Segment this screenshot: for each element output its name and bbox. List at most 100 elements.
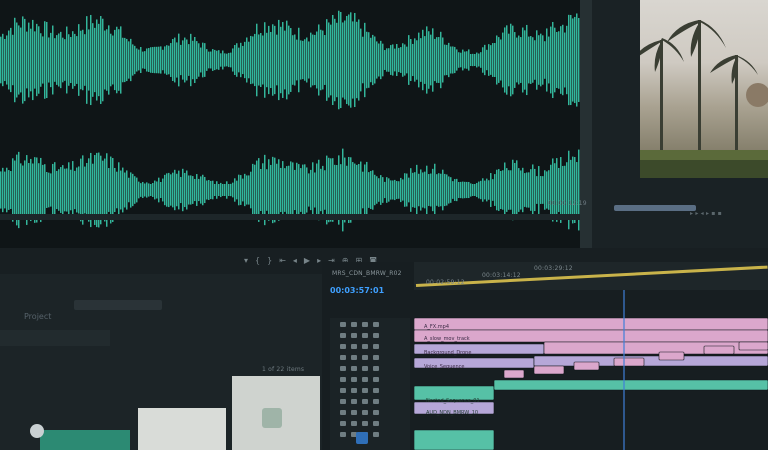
timeline-clip[interactable] xyxy=(414,317,768,331)
track-toggle-icon[interactable] xyxy=(351,421,357,426)
timeline-clip[interactable] xyxy=(738,341,768,351)
track-toggle-icon[interactable] xyxy=(373,399,379,404)
snap-toggle-button[interactable] xyxy=(356,432,368,444)
program-scrollbar[interactable] xyxy=(614,205,696,211)
project-thumbnail-1[interactable] xyxy=(40,430,130,450)
track-toggle-icon[interactable] xyxy=(373,410,379,415)
track-toggle-icon[interactable] xyxy=(362,421,368,426)
track-toggle-icon[interactable] xyxy=(340,432,346,437)
track-toggle-icon[interactable] xyxy=(351,366,357,371)
track-toggle-icon[interactable] xyxy=(362,322,368,327)
track-toggle-icon[interactable] xyxy=(373,344,379,349)
track-toggle-icon[interactable] xyxy=(340,377,346,382)
timeline-clip[interactable] xyxy=(658,351,685,361)
waveform-sample xyxy=(132,173,134,207)
track-toggle-icon[interactable] xyxy=(362,399,368,404)
waveform-sample xyxy=(20,163,22,217)
waveform-sample xyxy=(336,165,338,215)
timeline-clip[interactable] xyxy=(503,369,525,379)
track-toggle-icon[interactable] xyxy=(351,322,357,327)
waveform-sample xyxy=(492,179,494,201)
project-item-dot[interactable] xyxy=(30,424,44,438)
track-toggle-icon[interactable] xyxy=(340,399,346,404)
timeline-clip[interactable] xyxy=(414,429,495,450)
track-toggle-icon[interactable] xyxy=(340,410,346,415)
track-toggle-icon[interactable] xyxy=(362,333,368,338)
waveform-sample xyxy=(228,184,230,196)
waveform-sample xyxy=(164,174,166,206)
out-point-icon[interactable]: } xyxy=(267,256,279,265)
track-toggle-icon[interactable] xyxy=(373,421,379,426)
track-toggle-icon[interactable] xyxy=(351,355,357,360)
clip-label: A_FX.mp4 xyxy=(424,324,450,330)
track-toggle-icon[interactable] xyxy=(340,355,346,360)
track-toggle-icon[interactable] xyxy=(340,322,346,327)
waveform-sample xyxy=(240,42,242,78)
waveform-sample xyxy=(188,44,190,76)
waveform-sample xyxy=(176,42,178,78)
track-toggle-icon[interactable] xyxy=(351,388,357,393)
waveform-sample xyxy=(154,46,156,74)
timeline-clip[interactable] xyxy=(613,357,645,367)
step-back-icon[interactable]: ◂ xyxy=(293,256,304,265)
waveform-sample xyxy=(192,176,194,204)
project-search-field[interactable] xyxy=(74,300,162,310)
waveform-sample xyxy=(576,13,578,107)
waveform-sample xyxy=(286,20,288,100)
in-point-icon[interactable]: { xyxy=(255,256,267,265)
track-toggle-icon[interactable] xyxy=(340,333,346,338)
waveform-sample xyxy=(108,168,110,212)
track-toggle-icon[interactable] xyxy=(340,366,346,371)
track-toggle-icon[interactable] xyxy=(351,333,357,338)
track-toggle-icon[interactable] xyxy=(351,410,357,415)
track-toggle-icon[interactable] xyxy=(373,432,379,437)
waveform-sample xyxy=(174,37,176,83)
waveform-sample xyxy=(274,157,276,223)
project-panel-title[interactable]: Project xyxy=(24,312,51,321)
track-toggle-icon[interactable] xyxy=(351,399,357,404)
track-toggle-icon[interactable] xyxy=(373,388,379,393)
timeline-clip[interactable] xyxy=(703,345,735,355)
track-toggle-icon[interactable] xyxy=(373,322,379,327)
track-toggle-icon[interactable] xyxy=(340,344,346,349)
track-toggle-icon[interactable] xyxy=(362,366,368,371)
waveform-sample xyxy=(368,172,370,208)
waveform-sample xyxy=(394,48,396,72)
waveform-sample xyxy=(436,37,438,83)
track-toggle-icon[interactable] xyxy=(362,410,368,415)
track-toggle-icon[interactable] xyxy=(362,344,368,349)
play-icon[interactable]: ▶ xyxy=(304,256,317,265)
track-toggle-icon[interactable] xyxy=(351,377,357,382)
ruler-label: 00:02:59:12 xyxy=(426,279,465,286)
track-toggle-icon[interactable] xyxy=(362,377,368,382)
go-to-in-icon[interactable]: ⇤ xyxy=(279,256,293,265)
waveform-sample xyxy=(88,29,90,91)
marker-icon[interactable]: ▾ xyxy=(244,256,255,265)
project-thumbnail-2[interactable] xyxy=(138,408,226,450)
clip-label: Background_Drone xyxy=(424,350,472,356)
track-toggle-icon[interactable] xyxy=(373,366,379,371)
timeline-clip[interactable] xyxy=(533,365,565,375)
waveform-scrollbar[interactable] xyxy=(0,214,580,220)
timeline-clip[interactable] xyxy=(493,379,768,391)
waveform-sample xyxy=(206,180,208,200)
track-toggle-icon[interactable] xyxy=(351,344,357,349)
waveform-sample xyxy=(494,174,496,206)
waveform-sample xyxy=(276,163,278,217)
timeline-clip[interactable] xyxy=(543,341,768,355)
waveform-sample xyxy=(408,177,410,203)
timeline-clip[interactable] xyxy=(533,355,768,367)
track-toggle-icon[interactable] xyxy=(373,377,379,382)
current-timecode[interactable]: 00:03:57:01 xyxy=(330,286,384,295)
track-toggle-icon[interactable] xyxy=(362,388,368,393)
waveform-sample xyxy=(390,180,392,200)
timeline-clip[interactable] xyxy=(573,361,600,371)
waveform-sample xyxy=(168,172,170,208)
track-toggle-icon[interactable] xyxy=(340,388,346,393)
waveform-sample xyxy=(190,33,192,87)
track-toggle-icon[interactable] xyxy=(362,355,368,360)
track-toggle-icon[interactable] xyxy=(340,421,346,426)
sequence-tab[interactable]: MRS_CDN_BMRW_R02 xyxy=(332,270,402,277)
track-toggle-icon[interactable] xyxy=(373,355,379,360)
track-toggle-icon[interactable] xyxy=(373,333,379,338)
